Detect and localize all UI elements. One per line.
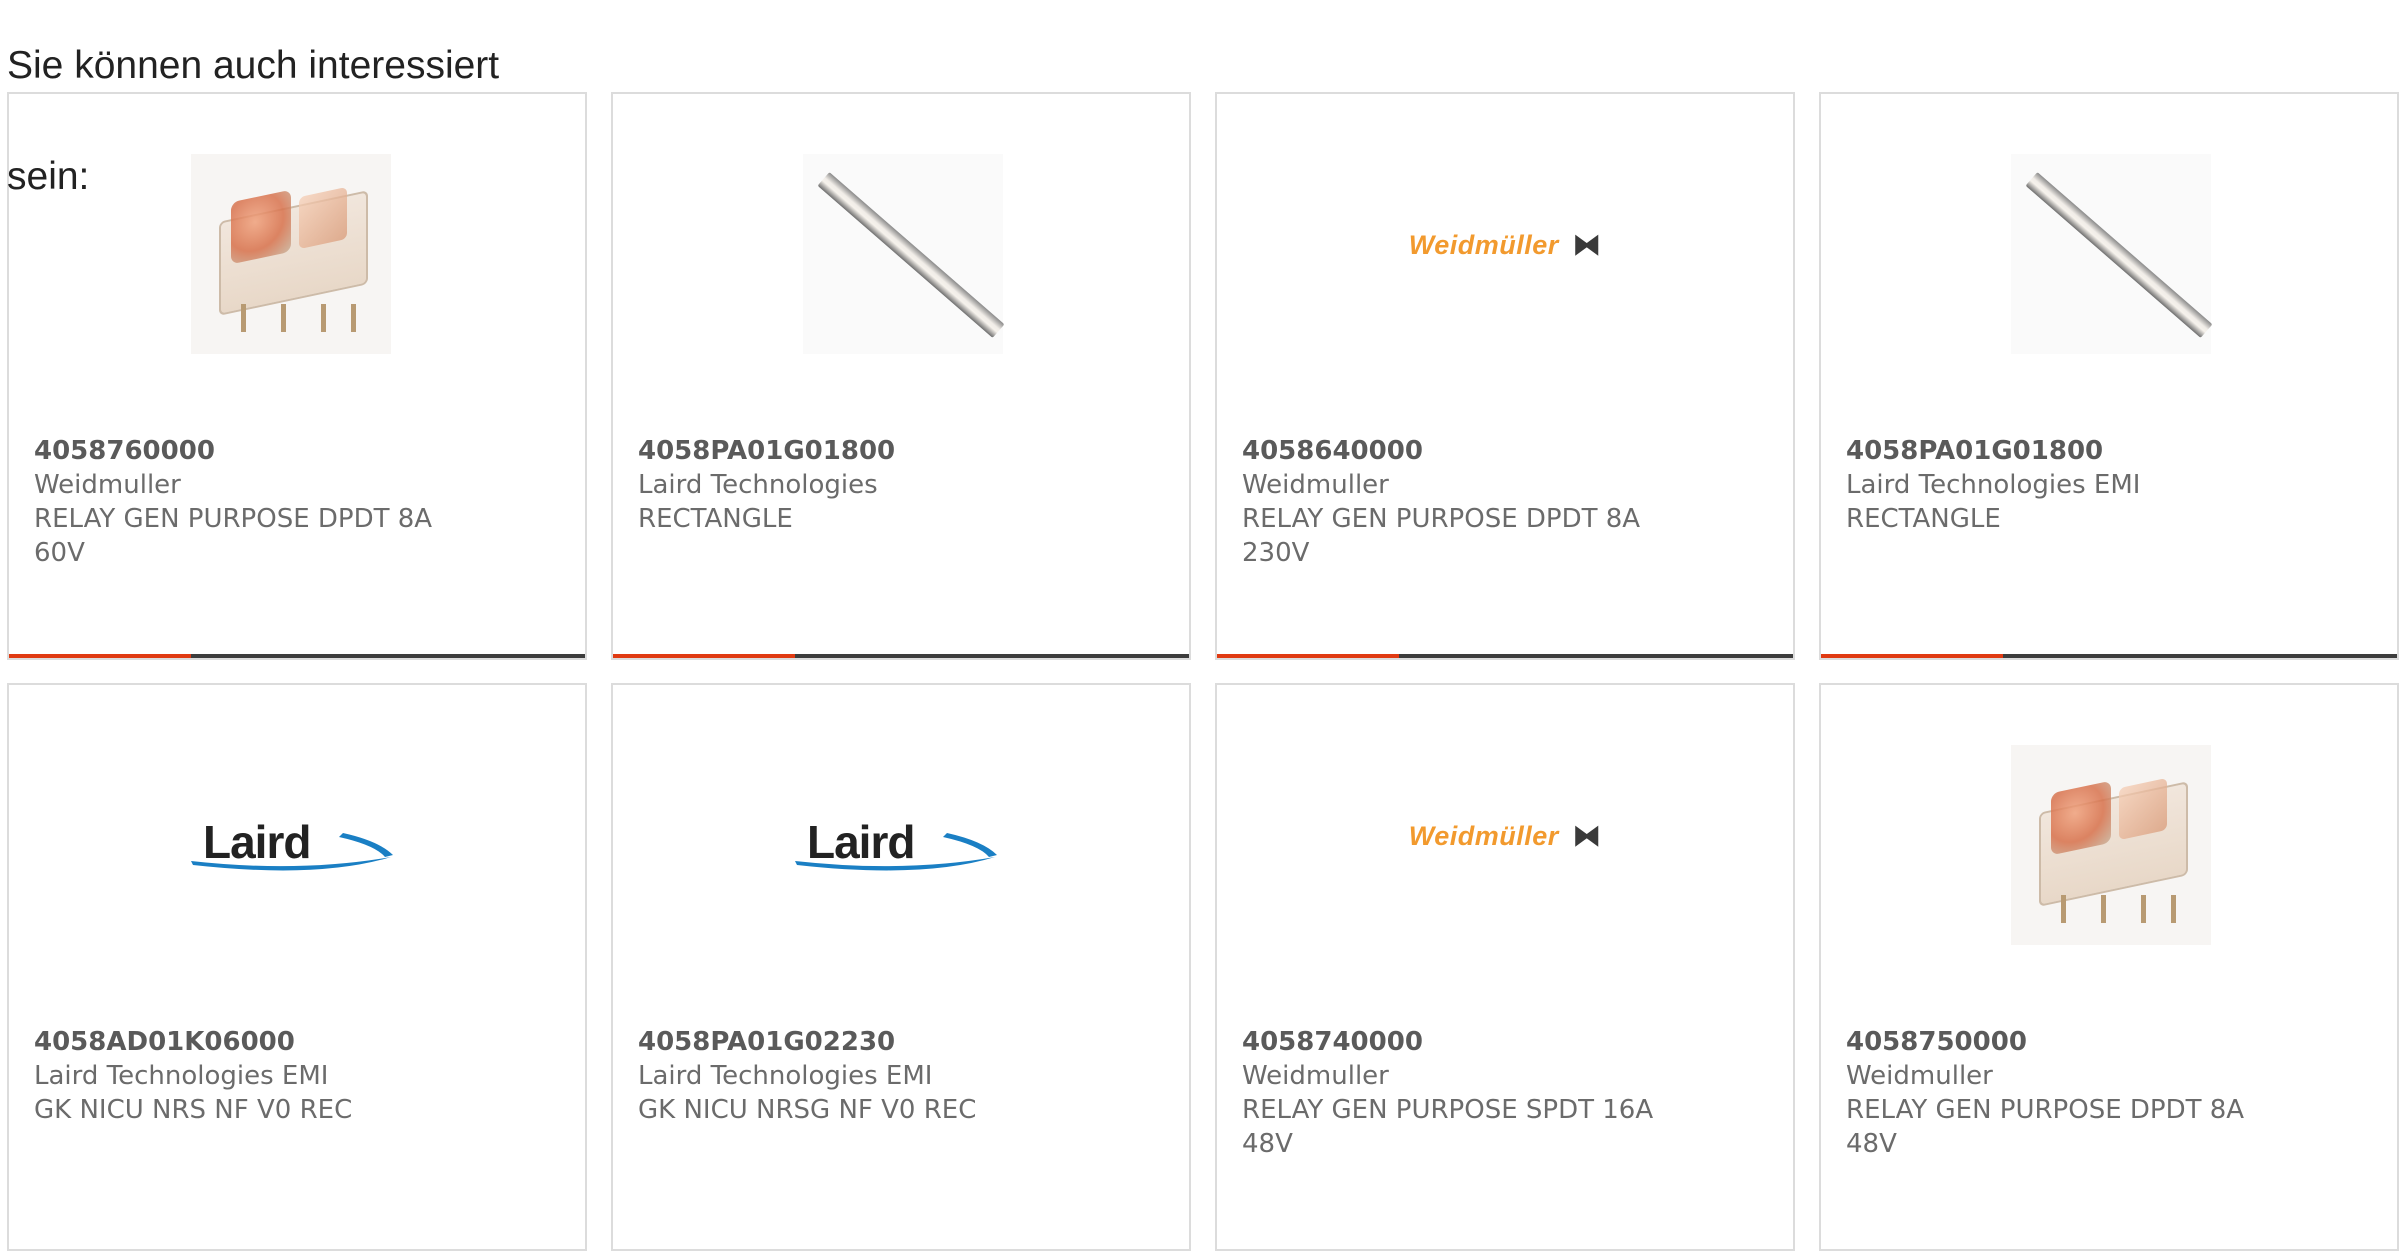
product-card[interactable]: Laird 4058PA01G02230 Laird Technologies … (611, 683, 1191, 1251)
part-number: 4058640000 (1242, 436, 1423, 466)
description: RELAY GEN PURPOSE SPDT 16A 48V (1242, 1095, 1654, 1159)
manufacturer: Weidmuller (1242, 1061, 1389, 1091)
product-image: Laird (9, 745, 585, 945)
description: GK NICU NRSG NF V0 REC (638, 1095, 977, 1125)
product-card[interactable]: Weidmüller ⧓ 4058740000 Weidmuller RELAY … (1215, 683, 1795, 1251)
manufacturer: Laird Technologies EMI (1846, 470, 2141, 500)
laird-logo-icon: Laird (189, 815, 399, 885)
product-card[interactable]: Laird 4058AD01K06000 Laird Technologies … (7, 683, 587, 1251)
manufacturer: Laird Technologies EMI (34, 1061, 329, 1091)
product-image (1821, 745, 2397, 945)
card-bar (613, 654, 1189, 658)
product-image (613, 154, 1189, 354)
manufacturer: Laird Technologies (638, 470, 878, 500)
part-number: 4058760000 (34, 436, 215, 466)
card-bar-accent (9, 654, 191, 658)
description: RECTANGLE (1846, 504, 2001, 534)
part-number: 4058AD01K06000 (34, 1027, 295, 1057)
description: RELAY GEN PURPOSE DPDT 8A 230V (1242, 504, 1641, 568)
product-card[interactable]: Weidmüller ⧓ 4058640000 Weidmuller RELAY … (1215, 92, 1795, 660)
card-bar (1217, 654, 1793, 658)
product-card[interactable]: 4058750000 Weidmuller RELAY GEN PURPOSE … (1819, 683, 2399, 1251)
description: GK NICU NRS NF V0 REC (34, 1095, 353, 1125)
card-bar-accent (1217, 654, 1399, 658)
manufacturer: Laird Technologies EMI (638, 1061, 933, 1091)
product-image (1821, 154, 2397, 354)
laird-logo-icon: Laird (793, 815, 1003, 885)
manufacturer: Weidmuller (1242, 470, 1389, 500)
product-image: Weidmüller ⧓ (1217, 745, 1793, 945)
description: RELAY GEN PURPOSE DPDT 8A 48V (1846, 1095, 2245, 1159)
product-image (9, 154, 585, 354)
description: RECTANGLE (638, 504, 793, 534)
part-number: 4058750000 (1846, 1027, 2027, 1057)
product-image: Laird (613, 745, 1189, 945)
part-number: 4058PA01G01800 (1846, 436, 2104, 466)
manufacturer: Weidmuller (34, 470, 181, 500)
product-card[interactable]: 4058PA01G01800 Laird Technologies RECTAN… (611, 92, 1191, 660)
description: RELAY GEN PURPOSE DPDT 8A 60V (34, 504, 433, 568)
part-number: 4058740000 (1242, 1027, 1423, 1057)
strip-photo-icon (803, 154, 1005, 354)
product-card[interactable]: 4058PA01G01800 Laird Technologies EMI RE… (1819, 92, 2399, 660)
part-number: 4058PA01G02230 (638, 1027, 896, 1057)
weidmuller-logo-icon: Weidmüller ⧓ (1408, 229, 1602, 260)
strip-photo-icon (2011, 154, 2213, 354)
card-bar (1821, 654, 2397, 658)
part-number: 4058PA01G01800 (638, 436, 896, 466)
card-bar-accent (1821, 654, 2003, 658)
card-bar (9, 654, 585, 658)
product-image: Weidmüller ⧓ (1217, 154, 1793, 354)
manufacturer: Weidmuller (1846, 1061, 1993, 1091)
product-card[interactable]: 4058760000 Weidmuller RELAY GEN PURPOSE … (7, 92, 587, 660)
relay-photo-icon (191, 154, 391, 354)
weidmuller-logo-icon: Weidmüller ⧓ (1408, 820, 1602, 851)
relay-photo-icon (2011, 745, 2211, 945)
card-bar-accent (613, 654, 795, 658)
